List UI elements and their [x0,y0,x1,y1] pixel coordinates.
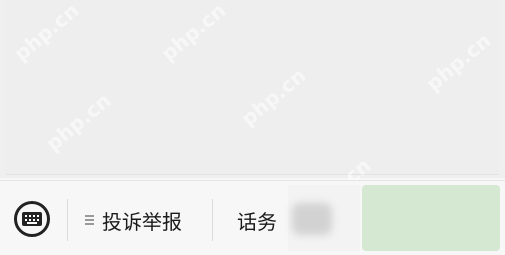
menu-divider [212,199,213,241]
blurred-green-panel [362,185,500,251]
menu-divider [67,199,68,241]
menu-item-complaint[interactable]: 投诉举报 [85,199,182,241]
message-panel [6,0,499,175]
chat-content-area [0,0,505,178]
keyboard-icon [22,212,42,226]
menu-lines-icon [85,213,94,227]
keyboard-toggle-button[interactable] [14,201,50,237]
menu-item-label: 投诉举报 [102,209,182,234]
blurred-overlay [292,203,332,235]
menu-item-label: 话务 [237,209,277,234]
menu-item-phone-service[interactable]: 话务 [237,199,277,241]
